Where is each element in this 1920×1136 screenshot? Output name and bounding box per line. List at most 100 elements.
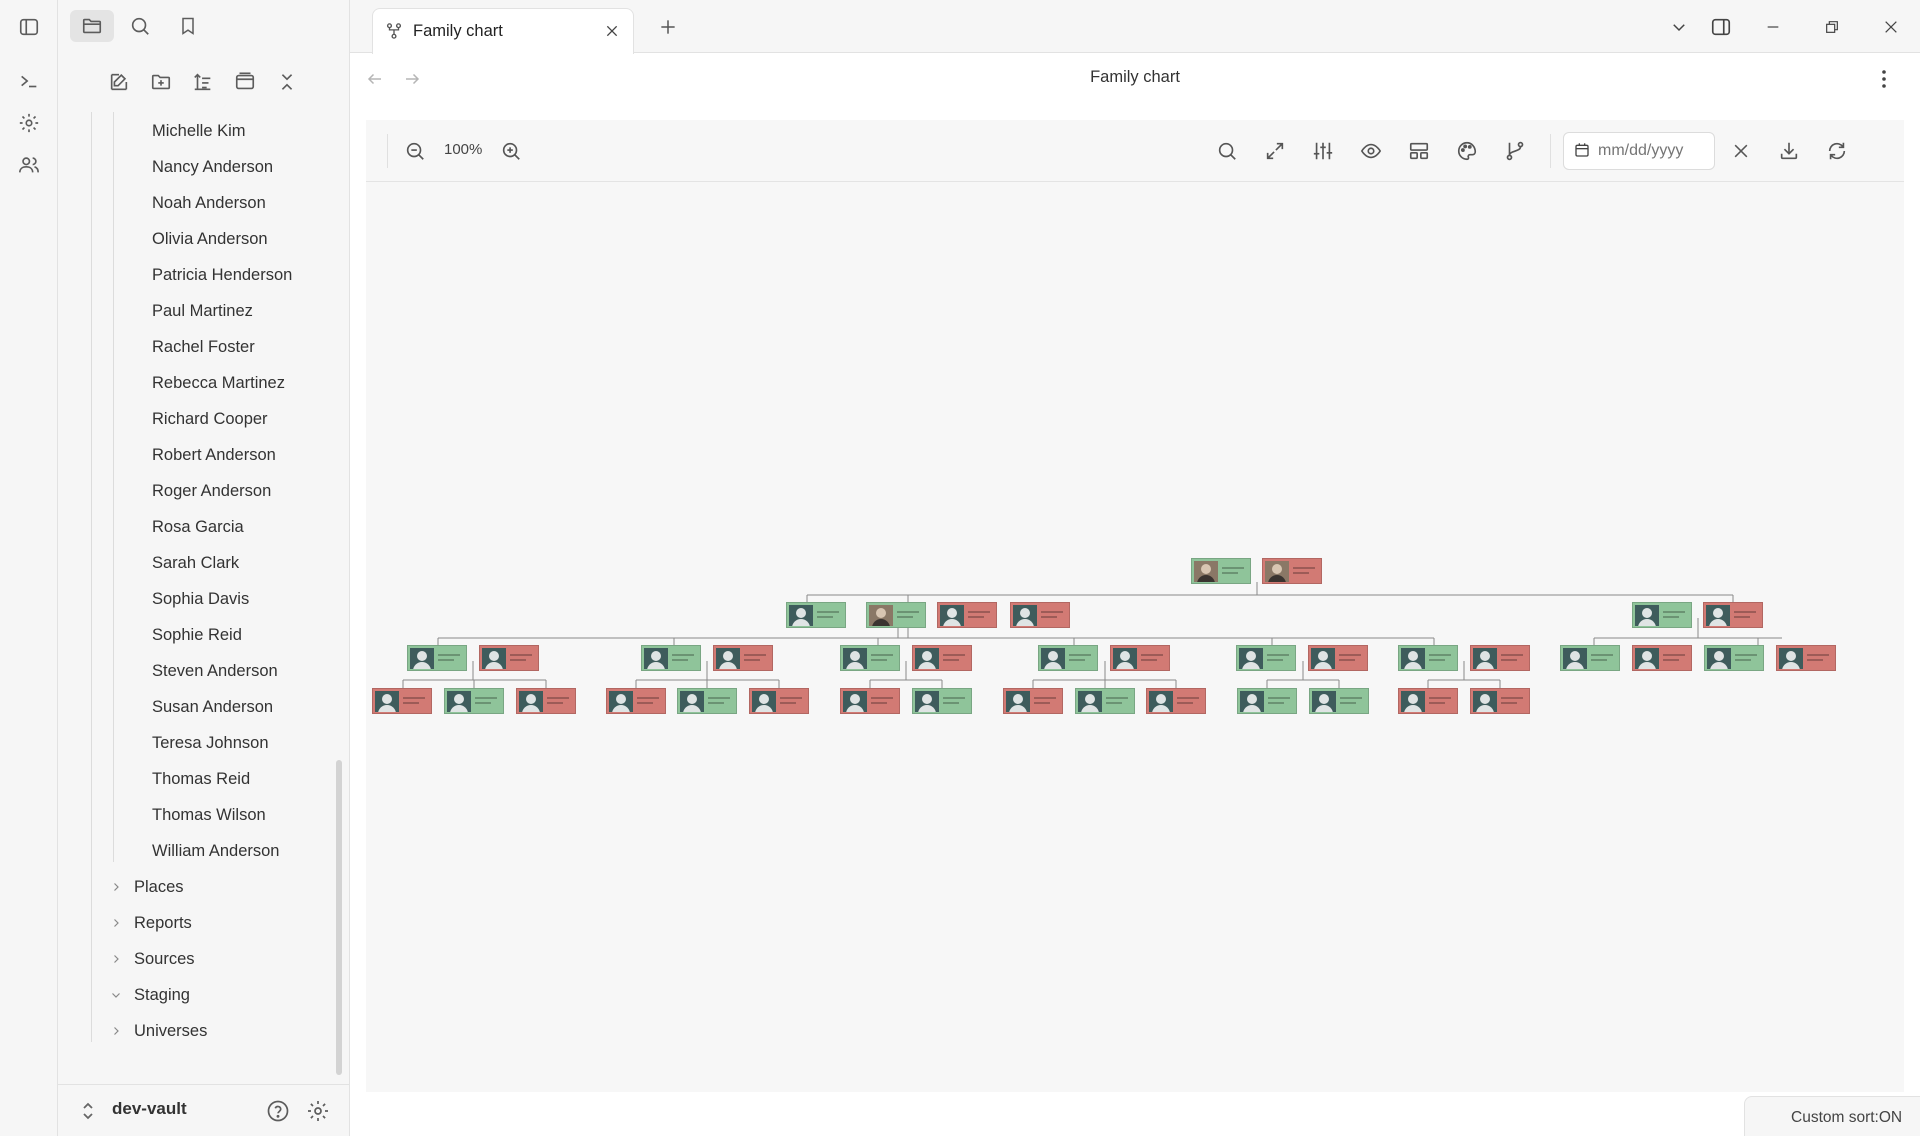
file-item[interactable]: Susan Anderson: [152, 693, 273, 721]
person-card[interactable]: [1010, 602, 1070, 628]
file-item[interactable]: Robert Anderson: [152, 441, 276, 469]
file-item[interactable]: Paul Martinez: [152, 297, 253, 325]
tab-family-chart[interactable]: Family chart: [372, 8, 634, 54]
file-item[interactable]: William Anderson: [152, 837, 279, 865]
person-card[interactable]: [1398, 645, 1458, 671]
file-item[interactable]: Thomas Wilson: [152, 801, 266, 829]
file-item[interactable]: Rosa Garcia: [152, 513, 244, 541]
file-item[interactable]: Sarah Clark: [152, 549, 239, 577]
refresh-icon[interactable]: [1822, 136, 1852, 166]
person-card[interactable]: [641, 645, 701, 671]
person-card[interactable]: [1003, 688, 1063, 714]
person-card[interactable]: [1191, 558, 1251, 584]
person-card[interactable]: [407, 645, 467, 671]
branch-icon[interactable]: [1500, 136, 1530, 166]
person-card[interactable]: [1470, 688, 1530, 714]
person-card[interactable]: [1110, 645, 1170, 671]
file-item[interactable]: Sophie Reid: [152, 621, 242, 649]
sidebar-scrollbar[interactable]: [336, 760, 342, 1075]
date-filter-input[interactable]: [1563, 132, 1715, 170]
files-tab-button[interactable]: [70, 10, 114, 42]
folder-item-places[interactable]: Places: [104, 873, 184, 901]
person-card[interactable]: [1262, 558, 1322, 584]
new-folder-icon[interactable]: [145, 66, 177, 98]
window-close-icon[interactable]: [1876, 12, 1906, 42]
person-card[interactable]: [1632, 602, 1692, 628]
new-note-icon[interactable]: [103, 66, 135, 98]
folder-item-universes[interactable]: Universes: [104, 1017, 207, 1042]
eye-icon[interactable]: [1356, 136, 1386, 166]
file-item[interactable]: Nancy Anderson: [152, 153, 273, 181]
folder-item-reports[interactable]: Reports: [104, 909, 192, 937]
person-card[interactable]: [1038, 645, 1098, 671]
person-card[interactable]: [1309, 688, 1369, 714]
minimize-icon[interactable]: [1758, 12, 1788, 42]
person-card[interactable]: [677, 688, 737, 714]
file-item[interactable]: Michelle Kim: [152, 117, 246, 145]
person-card[interactable]: [516, 688, 576, 714]
close-icon[interactable]: [601, 20, 623, 42]
tab-list-chevron-down-icon[interactable]: [1664, 12, 1694, 42]
download-icon[interactable]: [1774, 136, 1804, 166]
file-item[interactable]: Noah Anderson: [152, 189, 266, 217]
bookmarks-tab-button[interactable]: [166, 10, 210, 42]
sliders-icon[interactable]: [1308, 136, 1338, 166]
person-card[interactable]: [866, 602, 926, 628]
person-card[interactable]: [1236, 645, 1296, 671]
search-icon[interactable]: [1212, 136, 1242, 166]
person-card[interactable]: [912, 645, 972, 671]
person-card[interactable]: [606, 688, 666, 714]
file-item[interactable]: Olivia Anderson: [152, 225, 268, 253]
file-item[interactable]: Richard Cooper: [152, 405, 268, 433]
plus-icon[interactable]: [654, 13, 682, 41]
palette-icon[interactable]: [1452, 136, 1482, 166]
file-item[interactable]: Sophia Davis: [152, 585, 249, 613]
person-card[interactable]: [1470, 645, 1530, 671]
person-card[interactable]: [372, 688, 432, 714]
person-card[interactable]: [1560, 645, 1620, 671]
sort-icon[interactable]: [187, 66, 219, 98]
file-item[interactable]: Patricia Henderson: [152, 261, 292, 289]
person-card[interactable]: [840, 688, 900, 714]
chart-canvas[interactable]: [366, 182, 1904, 1092]
file-item[interactable]: Steven Anderson: [152, 657, 278, 685]
help-icon[interactable]: [264, 1097, 292, 1125]
person-card[interactable]: [937, 602, 997, 628]
person-card[interactable]: [1308, 645, 1368, 671]
clear-icon[interactable]: [1726, 136, 1756, 166]
person-card[interactable]: [1075, 688, 1135, 714]
collapse-all-icon[interactable]: [271, 66, 303, 98]
restore-icon[interactable]: [1817, 12, 1847, 42]
zoom-out-icon[interactable]: [400, 136, 430, 166]
person-card[interactable]: [1146, 688, 1206, 714]
person-card[interactable]: [713, 645, 773, 671]
file-item[interactable]: Rebecca Martinez: [152, 369, 285, 397]
person-card[interactable]: [1632, 645, 1692, 671]
person-card[interactable]: [444, 688, 504, 714]
expand-icon[interactable]: [1260, 136, 1290, 166]
person-card[interactable]: [1398, 688, 1458, 714]
person-card[interactable]: [840, 645, 900, 671]
person-card[interactable]: [912, 688, 972, 714]
folder-item-sources[interactable]: Sources: [104, 945, 195, 973]
person-card[interactable]: [1237, 688, 1297, 714]
person-card[interactable]: [749, 688, 809, 714]
chevrons-up-down-icon[interactable]: [78, 1099, 98, 1123]
file-item[interactable]: Roger Anderson: [152, 477, 271, 505]
more-options-icon[interactable]: [1872, 64, 1896, 94]
person-card[interactable]: [786, 602, 846, 628]
layout-icon[interactable]: [1404, 136, 1434, 166]
people-icon[interactable]: [14, 150, 44, 180]
file-item[interactable]: Rachel Foster: [152, 333, 255, 361]
search-tab-button[interactable]: [118, 10, 162, 42]
status-bar-custom-sort[interactable]: Custom sort:ON: [1744, 1096, 1920, 1136]
settings-gear-icon[interactable]: [304, 1097, 332, 1125]
person-card[interactable]: [1703, 602, 1763, 628]
person-card[interactable]: [1776, 645, 1836, 671]
gear-icon[interactable]: [14, 108, 44, 138]
person-card[interactable]: [1704, 645, 1764, 671]
vault-name[interactable]: dev-vault: [112, 1099, 187, 1119]
file-item[interactable]: Thomas Reid: [152, 765, 250, 793]
auto-reveal-icon[interactable]: [229, 66, 261, 98]
folder-item-staging[interactable]: Staging: [104, 981, 190, 1009]
